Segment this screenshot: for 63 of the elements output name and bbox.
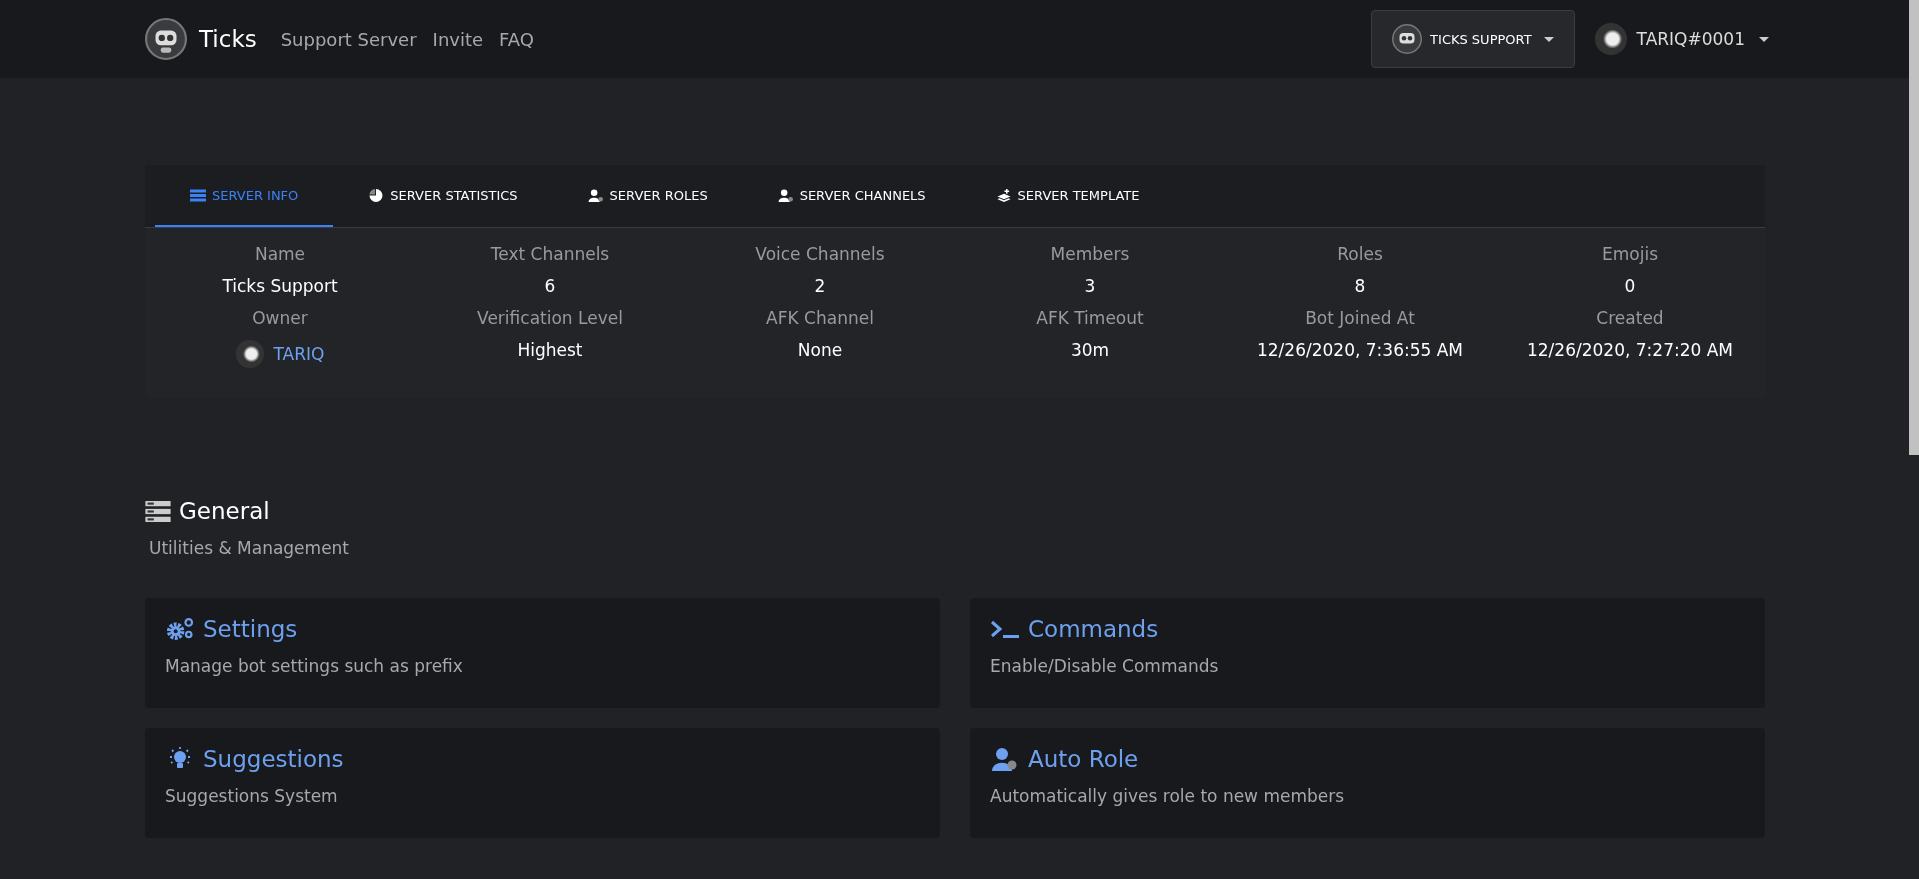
user-icon bbox=[587, 188, 604, 202]
module-description: Automatically gives role to new members bbox=[990, 786, 1346, 806]
field-value: Ticks Support bbox=[222, 276, 338, 296]
server-dropdown-button[interactable]: TICKS SUPPORT bbox=[1371, 10, 1575, 68]
field-value: 0 bbox=[1624, 276, 1636, 296]
field-label: AFK Timeout bbox=[1036, 308, 1144, 328]
field-value: 12/26/2020, 7:36:55 AM bbox=[1257, 340, 1463, 360]
field-value: 8 bbox=[1354, 276, 1366, 296]
module-title: Settings bbox=[203, 616, 298, 642]
caret-icon bbox=[1543, 36, 1554, 42]
module-description: Manage bot settings such as prefix bbox=[165, 656, 464, 676]
module-card[interactable]: Commands Enable/Disable Commands bbox=[970, 598, 1765, 708]
nav-link[interactable]: Invite bbox=[432, 28, 484, 50]
module-title: Suggestions bbox=[203, 746, 344, 772]
field-label: Emojis bbox=[1602, 244, 1658, 264]
field-label: Name bbox=[254, 244, 306, 264]
gears-icon bbox=[165, 617, 195, 641]
layers-icon bbox=[995, 188, 1012, 202]
module-title: Commands bbox=[1028, 616, 1159, 642]
nav-link[interactable]: FAQ bbox=[499, 28, 534, 50]
module-card[interactable]: Auto Role Automatically gives role to new members bbox=[970, 728, 1765, 838]
field-label: Members bbox=[1050, 244, 1130, 264]
module-title: Auto Role bbox=[1028, 746, 1139, 772]
field-value: 12/26/2020, 7:27:20 AM bbox=[1527, 340, 1733, 360]
field-label: Text Channels bbox=[490, 244, 610, 264]
pie-chart-icon bbox=[368, 188, 385, 202]
caret-icon bbox=[1759, 36, 1769, 42]
field-value: None bbox=[797, 340, 843, 360]
field-label: Voice Channels bbox=[755, 244, 885, 264]
tab[interactable]: SERVER CHANNELS bbox=[742, 165, 961, 227]
tab[interactable]: SERVER TEMPLATE bbox=[960, 165, 1175, 227]
section-title: General bbox=[179, 498, 270, 524]
nav-link[interactable]: Support Server bbox=[280, 28, 417, 50]
field-label: AFK Channel bbox=[766, 308, 874, 328]
brand-link[interactable]: Ticks bbox=[199, 26, 257, 52]
tab[interactable]: SERVER ROLES bbox=[552, 165, 743, 227]
avatar-icon bbox=[1594, 23, 1627, 55]
field-value: 2 bbox=[814, 276, 826, 296]
field-label: Roles bbox=[1337, 244, 1383, 264]
user-menu-button[interactable]: TARIQ#0001 bbox=[1594, 23, 1769, 55]
robot-logo-icon[interactable] bbox=[145, 18, 187, 60]
list-icon bbox=[190, 188, 206, 202]
field-value: Highest bbox=[517, 340, 583, 360]
module-card[interactable]: Settings Manage bot settings such as prefix bbox=[145, 598, 940, 708]
tab[interactable]: SERVER STATISTICS bbox=[333, 165, 553, 227]
module-description: Enable/Disable Commands bbox=[990, 656, 1220, 676]
field-label: Verification Level bbox=[477, 308, 623, 328]
module-description: Suggestions System bbox=[165, 786, 339, 806]
avatar-icon bbox=[235, 340, 264, 368]
scrollbar[interactable] bbox=[1909, 0, 1919, 455]
field-label: Created bbox=[1596, 308, 1664, 328]
server-icon bbox=[145, 500, 171, 522]
module-card[interactable]: Suggestions Suggestions System bbox=[145, 728, 940, 838]
owner-link[interactable]: TARIQ bbox=[273, 344, 325, 364]
tab[interactable]: SERVER INFO bbox=[155, 165, 334, 227]
robot-icon bbox=[1392, 24, 1423, 54]
field-label: Bot Joined At bbox=[1305, 308, 1415, 328]
section-subtitle: Utilities & Management bbox=[149, 538, 351, 558]
field-value: 6 bbox=[544, 276, 556, 296]
field-label: Owner bbox=[252, 308, 308, 328]
user-icon bbox=[777, 188, 794, 202]
field-value: 30m bbox=[1070, 340, 1110, 360]
field-value: 3 bbox=[1084, 276, 1096, 296]
